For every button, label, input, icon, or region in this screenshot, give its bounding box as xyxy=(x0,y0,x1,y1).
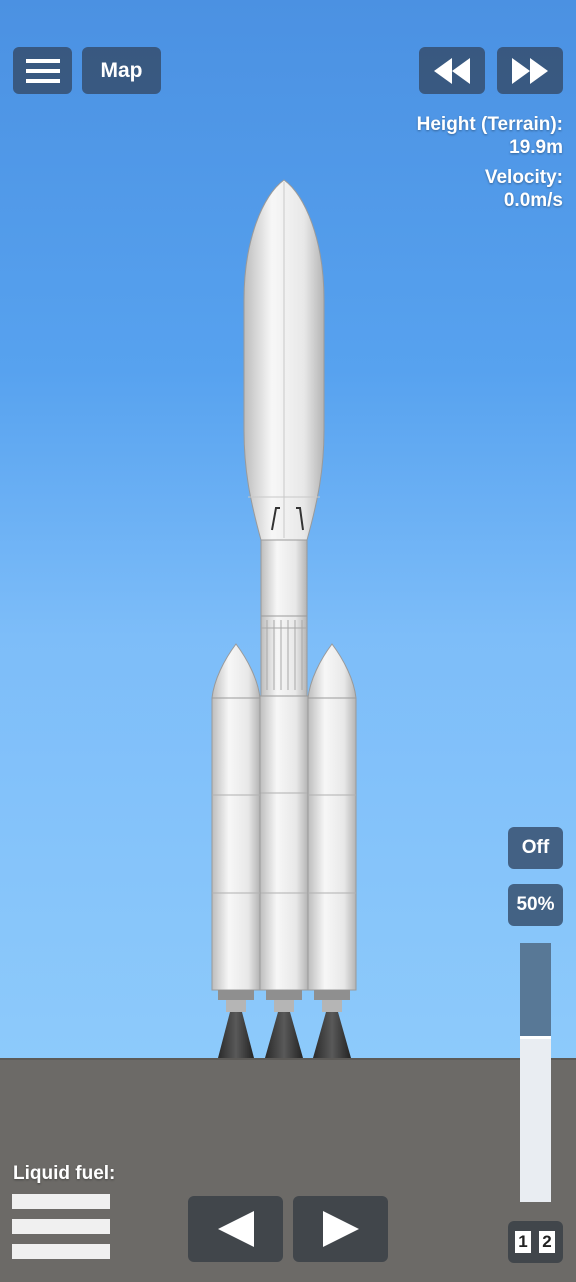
velocity-value: 0.0m/s xyxy=(503,190,563,211)
height-label: Height (Terrain): xyxy=(416,114,563,135)
telemetry-height: Height (Terrain): 19.9m xyxy=(417,113,563,159)
rewind-button[interactable] xyxy=(419,47,485,94)
fast-forward-button[interactable] xyxy=(497,47,563,94)
telemetry-velocity: Velocity: 0.0m/s xyxy=(485,166,563,212)
fuel-bar-3 xyxy=(12,1244,110,1259)
engine-left xyxy=(218,990,254,1058)
triangle-right-icon xyxy=(322,1211,359,1247)
next-part-button[interactable] xyxy=(293,1196,388,1262)
engine-off-button[interactable]: Off xyxy=(508,827,563,869)
throttle-empty-region xyxy=(520,943,551,1036)
map-button[interactable]: Map xyxy=(82,47,161,94)
throttle-slider[interactable] xyxy=(520,943,551,1202)
fuel-bar-2 xyxy=(12,1219,110,1234)
rewind-icon xyxy=(434,57,470,84)
fast-forward-icon xyxy=(512,57,548,84)
stage-2[interactable]: 2 xyxy=(539,1231,555,1253)
previous-part-button[interactable] xyxy=(188,1196,283,1262)
throttle-handle[interactable] xyxy=(520,1036,551,1039)
map-button-label: Map xyxy=(100,58,143,82)
fuel-bar-1 xyxy=(12,1194,110,1209)
engine-right xyxy=(313,990,351,1058)
throttle-percent-label: 50% xyxy=(516,894,555,915)
hamburger-menu-icon xyxy=(25,58,60,83)
stage-1[interactable]: 1 xyxy=(515,1231,531,1253)
height-value: 19.9m xyxy=(509,137,563,158)
liquid-fuel-label: Liquid fuel: xyxy=(13,1163,116,1184)
velocity-label: Velocity: xyxy=(484,167,563,188)
triangle-left-icon xyxy=(217,1211,254,1247)
engine-center xyxy=(265,990,303,1058)
menu-button[interactable] xyxy=(13,47,72,94)
engine-off-label: Off xyxy=(521,837,550,858)
throttle-percent-button[interactable]: 50% xyxy=(508,884,563,926)
